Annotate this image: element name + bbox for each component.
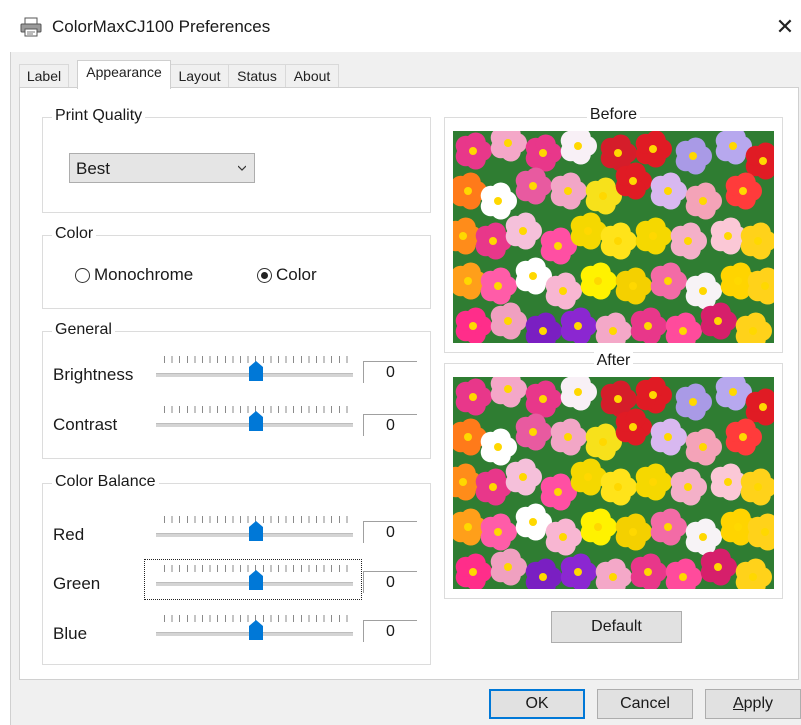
tab-layout[interactable]: Layout <box>170 64 229 87</box>
after-label: After <box>593 352 634 369</box>
title-bar: ColorMaxCJ100 Preferences ✕ <box>0 0 801 52</box>
print-quality-value: Best <box>76 159 111 178</box>
radio-unchecked-icon <box>75 267 90 283</box>
monochrome-label: Monochrome <box>94 265 194 284</box>
contrast-value[interactable]: 0 <box>363 414 417 436</box>
slider-thumb[interactable] <box>249 361 263 381</box>
blue-slider[interactable] <box>156 615 356 647</box>
color-radio[interactable]: Color <box>257 265 317 285</box>
printer-icon <box>20 17 42 37</box>
red-value[interactable]: 0 <box>363 521 417 543</box>
before-image <box>453 131 774 343</box>
brightness-label: Brightness <box>53 365 134 384</box>
slider-thumb[interactable] <box>249 570 263 590</box>
red-label: Red <box>53 525 85 544</box>
general-group: General <box>42 321 431 459</box>
default-button[interactable]: Default <box>551 611 682 643</box>
print-quality-select[interactable]: Best <box>69 153 255 183</box>
apply-button[interactable]: Apply <box>705 689 801 719</box>
contrast-slider[interactable] <box>156 406 356 438</box>
green-slider[interactable] <box>156 565 356 597</box>
before-label: Before <box>586 106 641 123</box>
after-preview-frame: After <box>444 352 783 599</box>
brightness-value[interactable]: 0 <box>363 361 417 383</box>
general-legend: General <box>52 321 115 339</box>
slider-thumb[interactable] <box>249 521 263 541</box>
color-label: Color <box>276 265 317 284</box>
tab-appearance[interactable]: Appearance <box>77 60 171 89</box>
close-button[interactable]: ✕ <box>772 12 798 42</box>
green-label: Green <box>53 574 101 593</box>
cancel-button[interactable]: Cancel <box>597 689 693 719</box>
contrast-label: Contrast <box>53 415 118 434</box>
color-legend: Color <box>52 225 97 243</box>
window-title: ColorMaxCJ100 Preferences <box>52 17 271 36</box>
slider-thumb[interactable] <box>249 620 263 640</box>
tab-label[interactable]: Label <box>19 64 69 87</box>
print-quality-legend: Print Quality <box>52 107 146 125</box>
slider-thumb[interactable] <box>249 411 263 431</box>
tab-about[interactable]: About <box>285 64 339 87</box>
red-slider[interactable] <box>156 516 356 548</box>
monochrome-radio[interactable]: Monochrome <box>75 265 193 285</box>
tab-status[interactable]: Status <box>228 64 286 87</box>
color-balance-legend: Color Balance <box>52 473 159 491</box>
blue-value[interactable]: 0 <box>363 620 417 642</box>
ok-button[interactable]: OK <box>489 689 585 719</box>
brightness-slider[interactable] <box>156 356 356 388</box>
before-preview-frame: Before <box>444 106 783 353</box>
chevron-down-icon <box>238 165 246 171</box>
radio-checked-icon <box>257 267 272 283</box>
blue-label: Blue <box>53 624 88 643</box>
after-image <box>453 377 774 589</box>
green-value[interactable]: 0 <box>363 571 417 593</box>
